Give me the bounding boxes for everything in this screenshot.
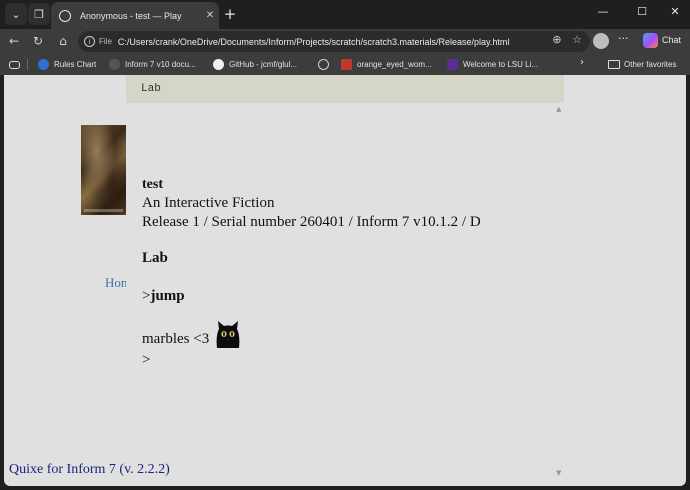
scheme-label: File <box>99 37 112 46</box>
favorites-divider <box>27 59 28 70</box>
copilot-icon[interactable] <box>643 33 658 48</box>
tab-play[interactable]: Anonymous - test — Play ✕ <box>51 2 219 29</box>
globe-dark-icon <box>109 59 120 70</box>
navigation-bar: ← ↻ ⌂ i File C:/Users/crank/OneDrive/Doc… <box>0 29 690 54</box>
more-menu-icon[interactable]: ··· <box>618 32 629 45</box>
reading-list-icon[interactable] <box>9 57 20 72</box>
favorite-star-icon[interactable]: ☆ <box>570 33 584 46</box>
close-icon[interactable]: ✕ <box>201 10 219 21</box>
favorite-inform-docs[interactable]: Inform 7 v10 docu... <box>109 57 196 72</box>
workspaces-button[interactable]: ❐ <box>28 3 50 25</box>
globe-icon <box>318 59 329 70</box>
home-link[interactable]: Home <box>105 275 126 291</box>
status-line: Lab <box>126 75 564 103</box>
maximize-button[interactable]: ☐ <box>632 5 652 21</box>
url-text[interactable]: C:/Users/crank/OneDrive/Documents/Inform… <box>118 37 509 47</box>
black-cat-image <box>216 321 240 348</box>
favorite-lsu[interactable]: Welcome to LSU Li... <box>447 57 538 72</box>
address-bar[interactable]: i File C:/Users/crank/OneDrive/Documents… <box>78 31 590 52</box>
more-favorites-chevron[interactable]: › <box>580 57 584 68</box>
lsu-icon <box>447 59 458 70</box>
favorite-globe[interactable] <box>318 57 334 72</box>
github-icon <box>213 59 224 70</box>
refresh-icon[interactable]: ↻ <box>29 33 47 50</box>
new-tab-button[interactable]: + <box>220 4 240 24</box>
page-viewport[interactable]: Lab ▲ ▼ Home test An Interactive Fiction… <box>4 75 686 486</box>
workspaces-icon: ❐ <box>34 7 44 21</box>
cover-art-image <box>81 125 126 215</box>
favorite-rules-chart[interactable]: Rules Chart <box>38 57 96 72</box>
cover-caption-strip <box>84 209 123 212</box>
close-window-button[interactable]: ✕ <box>665 5 685 21</box>
status-location: Lab <box>141 83 161 95</box>
globe-icon <box>59 9 71 22</box>
scroll-up-arrow-icon[interactable]: ▲ <box>556 105 561 113</box>
zoom-icon[interactable]: ⊕ <box>550 33 564 46</box>
story-subtitle: An Interactive Fiction <box>142 195 275 211</box>
input-prompt[interactable]: > <box>142 351 552 370</box>
favorite-orange-eyed[interactable]: orange_eyed_wom... <box>341 57 432 72</box>
story-title: test <box>142 177 163 192</box>
response-line: marbles <3 <box>142 319 552 349</box>
title-bar: ⌄ ❐ Anonymous - test — Play ✕ + — ☐ ✕ <box>0 0 690 29</box>
info-icon[interactable]: i <box>84 36 95 47</box>
tab-actions-menu-button[interactable]: ⌄ <box>5 3 27 25</box>
room-heading: Lab <box>142 250 168 266</box>
chevron-down-icon: ⌄ <box>11 7 21 21</box>
release-line: Release 1 / Serial number 260401 / Infor… <box>142 214 481 230</box>
footer-credit: Quixe for Inform 7 (v. 2.2.2) <box>9 462 170 477</box>
scroll-down-arrow-icon[interactable]: ▼ <box>556 469 561 477</box>
back-arrow-icon[interactable]: ← <box>5 33 23 50</box>
favorites-bar: Rules Chart Inform 7 v10 docu... GitHub … <box>0 54 690 75</box>
tab-title: Anonymous - test — Play <box>80 10 182 21</box>
folder-icon <box>608 60 620 69</box>
response-text: marbles <3 <box>142 331 210 347</box>
other-favorites-folder[interactable]: Other favorites <box>608 57 676 72</box>
favorite-github[interactable]: GitHub - jcmf/glul... <box>213 57 297 72</box>
profile-avatar[interactable] <box>593 33 609 49</box>
image-icon <box>341 59 352 70</box>
command-text: jump <box>150 288 185 304</box>
command-line: >jump <box>142 287 552 306</box>
home-icon[interactable]: ⌂ <box>54 33 72 50</box>
story-window: test An Interactive Fiction Release 1 / … <box>142 175 552 370</box>
wordpress-icon <box>38 59 49 70</box>
chat-button-label[interactable]: Chat <box>662 35 681 45</box>
minimize-button[interactable]: — <box>593 5 613 21</box>
